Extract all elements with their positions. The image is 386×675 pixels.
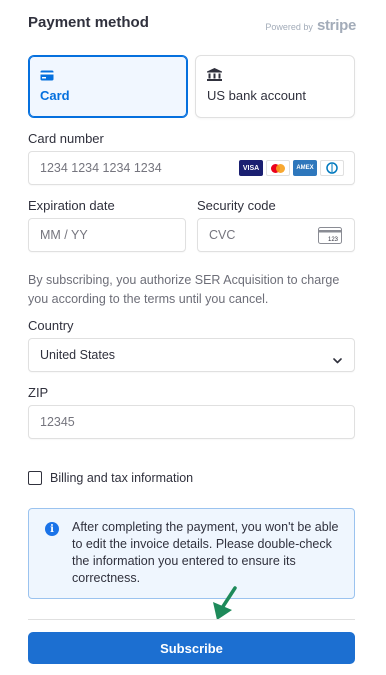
expiration-input[interactable]: MM / YY [28, 218, 186, 252]
card-number-input[interactable]: 1234 1234 1234 1234 VISA AMEX [28, 151, 355, 185]
security-code-label: Security code [197, 198, 276, 213]
notice-text: After completing the payment, you won't … [72, 520, 339, 585]
zip-placeholder: 12345 [40, 415, 75, 429]
svg-text:123: 123 [328, 237, 339, 243]
expiration-placeholder: MM / YY [40, 228, 88, 242]
security-code-placeholder: CVC [209, 228, 236, 242]
chevron-down-icon [333, 351, 342, 369]
payment-method-label: US bank account [207, 88, 307, 103]
expiration-label: Expiration date [28, 198, 115, 213]
country-label: Country [28, 318, 74, 333]
billing-checkbox[interactable] [28, 471, 42, 485]
diners-icon [320, 160, 344, 176]
payment-method-label: Card [40, 88, 70, 103]
country-value: United States [40, 348, 116, 362]
payment-header: Payment method Powered by stripe [28, 14, 356, 34]
divider [28, 619, 355, 620]
bank-icon [207, 68, 222, 86]
page-title: Payment method [28, 14, 149, 31]
cvc-card-icon: 123 [318, 227, 342, 249]
terms-text: By subscribing, you authorize SER Acquis… [28, 273, 340, 306]
card-number-label: Card number [28, 131, 104, 146]
card-brands: VISA AMEX [239, 160, 344, 176]
payment-method-bank[interactable]: US bank account [195, 55, 355, 118]
country-select[interactable]: United States [28, 338, 355, 372]
annotation-arrow-icon [208, 586, 238, 627]
zip-label: ZIP [28, 385, 49, 400]
billing-checkbox-row[interactable]: Billing and tax information [28, 471, 193, 485]
stripe-logo: stripe [316, 17, 356, 34]
subscribe-button[interactable]: Subscribe [28, 632, 355, 664]
invoice-notice: i After completing the payment, you won'… [28, 508, 355, 599]
card-number-placeholder: 1234 1234 1234 1234 [40, 161, 162, 175]
billing-checkbox-label: Billing and tax information [50, 471, 194, 485]
amex-icon: AMEX [293, 160, 317, 176]
security-code-input[interactable]: CVC 123 [197, 218, 355, 252]
visa-icon: VISA [239, 160, 263, 176]
mastercard-icon [266, 160, 290, 176]
zip-input[interactable]: 12345 [28, 405, 355, 439]
info-icon: i [45, 522, 59, 536]
powered-by-text: Powered by [265, 22, 313, 32]
powered-by-stripe: Powered by stripe [265, 17, 356, 34]
card-icon [40, 68, 54, 86]
payment-method-card[interactable]: Card [28, 55, 188, 118]
